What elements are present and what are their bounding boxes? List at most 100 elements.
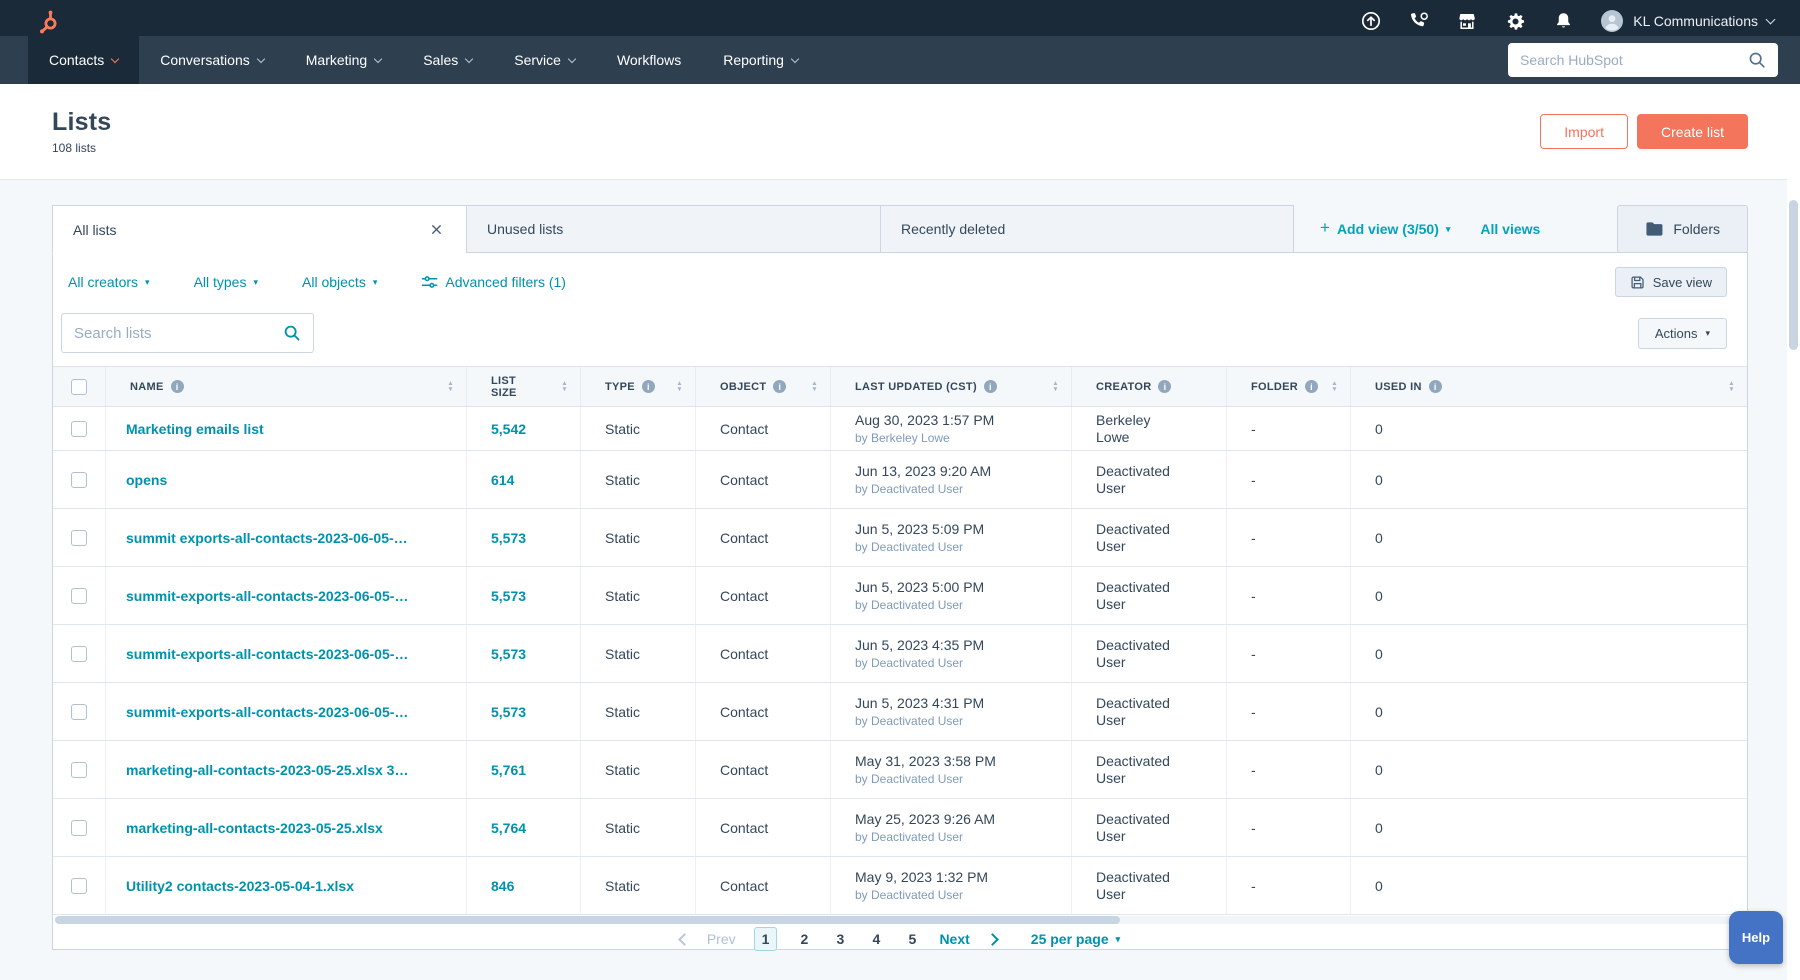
creator-value: Deactivated User xyxy=(1096,868,1170,902)
folder-icon xyxy=(1645,221,1663,237)
object-value: Contact xyxy=(720,587,769,604)
info-icon[interactable]: i xyxy=(641,380,655,393)
nav-item-conversations[interactable]: Conversations xyxy=(139,36,285,84)
list-size-link[interactable]: 5,573 xyxy=(491,646,526,662)
list-name-link[interactable]: summit exports-all-contacts-2023-06-05-… xyxy=(126,530,408,546)
filter-all-types[interactable]: All types ▾ xyxy=(194,274,258,290)
list-name-link[interactable]: marketing-all-contacts-2023-05-25.xlsx xyxy=(126,820,383,836)
list-size-link[interactable]: 5,573 xyxy=(491,530,526,546)
list-name-link[interactable]: summit-exports-all-contacts-2023-06-05-… xyxy=(126,588,408,604)
row-checkbox[interactable] xyxy=(71,703,87,720)
list-size-link[interactable]: 846 xyxy=(491,878,514,894)
list-size-link[interactable]: 5,573 xyxy=(491,588,526,604)
info-icon[interactable]: i xyxy=(983,380,997,393)
sort-arrows-icon[interactable]: ▲ ▼ xyxy=(676,381,683,392)
filter-all-objects[interactable]: All objects ▾ xyxy=(302,274,377,290)
sort-arrows-icon[interactable]: ▲ ▼ xyxy=(1052,381,1059,392)
global-search[interactable] xyxy=(1508,43,1778,77)
chevron-left-icon[interactable] xyxy=(677,932,691,946)
list-size-link[interactable]: 5,542 xyxy=(491,421,526,437)
page-button-5[interactable]: 5 xyxy=(903,928,921,950)
nav-item-sales[interactable]: Sales xyxy=(402,36,493,84)
list-size-link[interactable]: 5,761 xyxy=(491,762,526,778)
sort-arrows-icon[interactable]: ▲ ▼ xyxy=(1728,381,1735,392)
row-checkbox[interactable] xyxy=(71,877,87,894)
list-search[interactable] xyxy=(61,313,314,353)
list-name-link[interactable]: Marketing emails list xyxy=(126,421,264,437)
row-checkbox[interactable] xyxy=(71,471,87,488)
view-tab-1[interactable]: Unused lists xyxy=(466,205,880,253)
list-size-link[interactable]: 5,573 xyxy=(491,704,526,720)
info-icon[interactable]: i xyxy=(170,380,184,393)
import-button[interactable]: Import xyxy=(1540,114,1628,149)
list-type-value: Static xyxy=(605,703,641,720)
chevron-right-icon[interactable] xyxy=(985,932,999,946)
account-menu[interactable]: KL Communications xyxy=(1600,9,1776,33)
info-icon[interactable]: i xyxy=(773,380,787,393)
info-icon[interactable]: i xyxy=(1305,380,1319,393)
sort-arrows-icon[interactable]: ▲ ▼ xyxy=(447,381,454,392)
folders-button[interactable]: Folders xyxy=(1617,205,1748,253)
marketplace-icon[interactable] xyxy=(1456,10,1478,32)
notifications-icon[interactable] xyxy=(1552,10,1574,32)
settings-icon[interactable] xyxy=(1504,10,1526,32)
page-button-3[interactable]: 3 xyxy=(831,928,849,950)
last-updated-value: Jun 5, 2023 5:00 PM xyxy=(855,579,985,595)
list-name-link[interactable]: opens xyxy=(126,472,167,488)
horizontal-scrollbar-thumb[interactable] xyxy=(55,916,1120,924)
save-view-button[interactable]: Save view xyxy=(1614,267,1727,297)
view-tab-2[interactable]: Recently deleted xyxy=(880,205,1294,253)
list-search-input[interactable] xyxy=(74,324,283,342)
page-button-2[interactable]: 2 xyxy=(795,928,813,950)
info-icon[interactable]: i xyxy=(1428,380,1442,393)
sort-arrows-icon[interactable]: ▲ ▼ xyxy=(561,381,568,392)
hubspot-logo-icon[interactable] xyxy=(36,9,62,35)
nav-item-marketing[interactable]: Marketing xyxy=(285,36,402,84)
sort-arrows-icon[interactable]: ▲ ▼ xyxy=(1331,381,1338,392)
list-name-link[interactable]: Utility2 contacts-2023-05-04-1.xlsx xyxy=(126,878,354,894)
add-view-link[interactable]: + Add view (3/50) ▾ xyxy=(1320,218,1450,238)
per-page-select[interactable]: 25 per page ▾ xyxy=(1031,931,1120,947)
row-checkbox[interactable] xyxy=(71,587,87,604)
calls-icon[interactable] xyxy=(1408,10,1430,32)
create-list-button[interactable]: Create list xyxy=(1636,114,1748,149)
nav-item-reporting[interactable]: Reporting xyxy=(702,36,819,84)
select-all-checkbox[interactable] xyxy=(71,378,87,395)
column-header-last-updated-cst-: LAST UPDATED (CST) i ▲ ▼ xyxy=(831,367,1072,406)
row-checkbox[interactable] xyxy=(71,420,87,437)
page-button-1[interactable]: 1 xyxy=(753,927,778,951)
list-name-link[interactable]: summit-exports-all-contacts-2023-06-05-… xyxy=(126,646,408,662)
nav-item-workflows[interactable]: Workflows xyxy=(596,36,702,84)
info-icon[interactable]: i xyxy=(1158,380,1172,393)
actions-button[interactable]: Actions ▾ xyxy=(1637,317,1727,349)
upgrade-icon[interactable] xyxy=(1360,10,1382,32)
row-checkbox[interactable] xyxy=(71,819,87,836)
used-in-value: 0 xyxy=(1375,420,1383,437)
row-checkbox[interactable] xyxy=(71,529,87,546)
help-button[interactable]: Help xyxy=(1729,911,1783,964)
advanced-filters-link[interactable]: Advanced filters (1) xyxy=(421,274,566,290)
global-search-input[interactable] xyxy=(1520,52,1748,68)
row-checkbox[interactable] xyxy=(71,645,87,662)
list-size-link[interactable]: 614 xyxy=(491,472,514,488)
list-name-link[interactable]: summit-exports-all-contacts-2023-06-05-… xyxy=(126,704,408,720)
nav-item-service[interactable]: Service xyxy=(493,36,596,84)
filter-all-creators[interactable]: All creators ▾ xyxy=(68,274,150,290)
nav-item-contacts[interactable]: Contacts xyxy=(28,36,140,84)
row-select-cell xyxy=(53,451,106,508)
prev-button[interactable]: Prev xyxy=(707,931,736,947)
next-button[interactable]: Next xyxy=(939,931,969,947)
table-row: Utility2 contacts-2023-05-04-1.xlsx 846 St… xyxy=(53,857,1747,915)
vertical-scrollbar-thumb[interactable] xyxy=(1789,200,1798,350)
row-select-cell xyxy=(53,407,106,450)
creator-value: Deactivated User xyxy=(1096,810,1170,844)
view-tab-0[interactable]: All lists xyxy=(52,205,466,254)
list-name-link[interactable]: marketing-all-contacts-2023-05-25.xlsx 3… xyxy=(126,762,408,778)
page-button-4[interactable]: 4 xyxy=(867,928,885,950)
close-icon[interactable] xyxy=(427,220,446,239)
sort-arrows-icon[interactable]: ▲ ▼ xyxy=(811,381,818,392)
list-type-value: Static xyxy=(605,471,641,488)
list-size-link[interactable]: 5,764 xyxy=(491,820,526,836)
all-views-link[interactable]: All views xyxy=(1480,221,1540,237)
row-checkbox[interactable] xyxy=(71,761,87,778)
